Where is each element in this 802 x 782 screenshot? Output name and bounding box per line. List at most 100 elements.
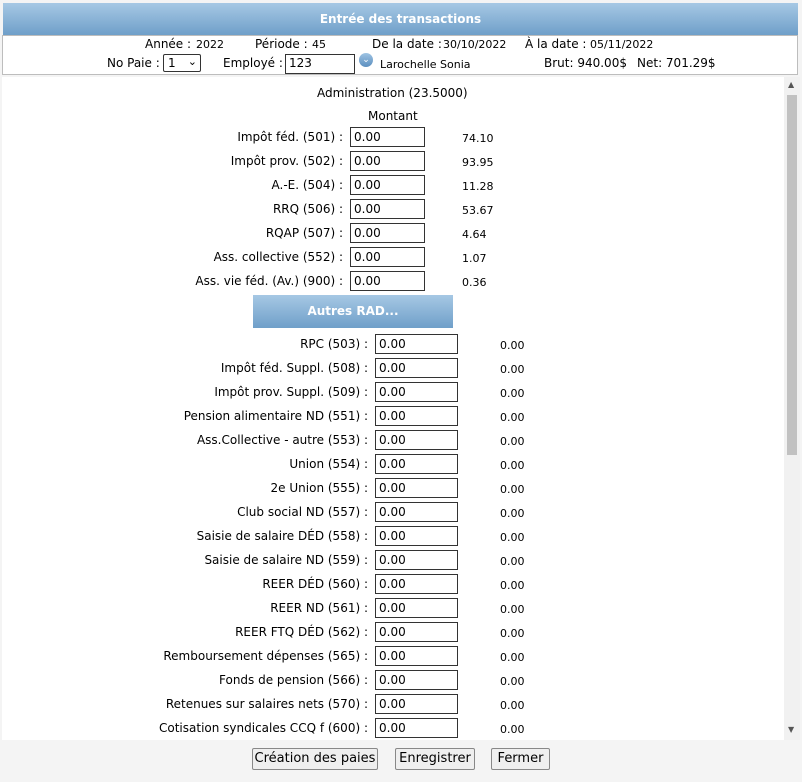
net-value: Net: 701.29$ [637,56,716,70]
de-date-value: 30/10/2022 [443,38,507,51]
deduction-input[interactable]: 0.00 [350,151,425,171]
deduction-input[interactable]: 0.00 [350,271,425,291]
nopaie-select[interactable]: 1 ⌄ [163,54,201,72]
autre-rad-label: Saisie de salaire ND (559) : [204,553,368,567]
autre-rad-input[interactable]: 0.00 [375,622,458,642]
de-date-label: De la date : [372,37,442,51]
autre-rad-input[interactable]: 0.00 [375,382,458,402]
autre-rad-amount: 0.00 [500,339,525,352]
autre-rad-label: RPC (503) : [300,337,368,351]
autre-rad-amount: 0.00 [500,627,525,640]
autre-rad-amount: 0.00 [500,435,525,448]
scroll-up-icon[interactable]: ▲ [788,80,794,89]
autre-rad-label: Union (554) : [289,457,368,471]
enregistrer-button[interactable]: Enregistrer [395,748,475,770]
deduction-label: RQAP (507) : [265,226,343,240]
autre-rad-input[interactable]: 0.00 [375,358,458,378]
autre-rad-label: Saisie de salaire DÉD (558) : [196,529,368,543]
section-title: Administration (23.5000) [317,86,468,100]
deduction-label: RRQ (506) : [272,202,343,216]
autre-rad-input[interactable]: 0.00 [375,430,458,450]
deduction-amount: 11.28 [462,180,494,193]
autre-rad-label: REER FTQ DÉD (562) : [235,625,368,639]
autre-rad-input[interactable]: 0.00 [375,454,458,474]
deduction-label: Ass. vie féd. (Av.) (900) : [195,274,343,288]
autre-rad-input[interactable]: 0.00 [375,574,458,594]
autre-rad-input[interactable]: 0.00 [375,718,458,738]
brut-value: Brut: 940.00$ [544,56,627,70]
nopaie-value: 1 [168,56,176,70]
deduction-input[interactable]: 0.00 [350,199,425,219]
scrollbar-thumb[interactable] [787,95,797,455]
autre-rad-input[interactable]: 0.00 [375,670,458,690]
nopaie-label: No Paie : [107,56,160,70]
deduction-amount: 4.64 [462,228,487,241]
autre-rad-label: Remboursement dépenses (565) : [163,649,368,663]
a-date-value: 05/11/2022 [590,38,654,51]
autre-rad-amount: 0.00 [500,363,525,376]
autre-rad-amount: 0.00 [500,411,525,424]
autre-rad-input[interactable]: 0.00 [375,334,458,354]
autre-rad-amount: 0.00 [500,555,525,568]
autre-rad-label: Cotisation syndicales CCQ f (600) : [159,721,368,735]
autre-rad-label: 2e Union (555) : [270,481,368,495]
deduction-amount: 1.07 [462,252,487,265]
autre-rad-input[interactable]: 0.00 [375,502,458,522]
autre-rad-amount: 0.00 [500,483,525,496]
annee-value: 2022 [196,38,224,51]
deduction-input[interactable]: 0.00 [350,247,425,267]
autre-rad-input[interactable]: 0.00 [375,478,458,498]
periode-value: 45 [312,38,326,51]
autre-rad-amount: 0.00 [500,387,525,400]
autre-rad-label: Retenues sur salaires nets (570) : [165,697,368,711]
autre-rad-amount: 0.00 [500,459,525,472]
employe-label: Employé : [223,56,283,70]
deduction-amount: 0.36 [462,276,487,289]
deduction-label: Impôt prov. (502) : [230,154,343,168]
autre-rad-input[interactable]: 0.00 [375,598,458,618]
montant-header: Montant [368,109,418,123]
autre-rad-input[interactable]: 0.00 [375,406,458,426]
autre-rad-amount: 0.00 [500,699,525,712]
deduction-label: Ass. collective (552) : [213,250,343,264]
autre-rad-label: REER DÉD (560) : [262,577,368,591]
periode-label: Période : [255,37,308,51]
deduction-input[interactable]: 0.00 [350,175,425,195]
deduction-amount: 74.10 [462,132,494,145]
autre-rad-input[interactable]: 0.00 [375,646,458,666]
employee-dropdown-icon[interactable]: ⌄ [359,53,373,67]
autre-rad-label: REER ND (561) : [270,601,368,615]
a-date-label: À la date : [525,37,587,51]
annee-label: Année : [145,37,192,51]
autre-rad-label: Impôt prov. Suppl. (509) : [214,385,368,399]
creation-paies-button[interactable]: Création des paies [252,748,378,770]
autres-rad-button[interactable]: Autres RAD... [253,295,453,328]
autre-rad-input[interactable]: 0.00 [375,694,458,714]
autre-rad-amount: 0.00 [500,675,525,688]
autre-rad-label: Ass.Collective - autre (553) : [196,433,368,447]
autre-rad-input[interactable]: 0.00 [375,550,458,570]
deduction-input[interactable]: 0.00 [350,223,425,243]
deduction-amount: 53.67 [462,204,494,217]
autre-rad-label: Pension alimentaire ND (551) : [183,409,368,423]
main-panel: Administration (23.5000) Montant Impôt f… [2,77,784,740]
deduction-label: Impôt féd. (501) : [237,130,343,144]
scroll-down-icon[interactable]: ▼ [788,725,794,734]
autre-rad-input[interactable]: 0.00 [375,526,458,546]
autre-rad-label: Club social ND (557) : [237,505,368,519]
autre-rad-label: Fonds de pension (566) : [219,673,368,687]
deduction-input[interactable]: 0.00 [350,127,425,147]
autre-rad-label: Impôt féd. Suppl. (508) : [220,361,368,375]
window-title: Entrée des transactions [3,3,798,35]
autre-rad-amount: 0.00 [500,723,525,736]
autre-rad-amount: 0.00 [500,531,525,544]
deduction-amount: 93.95 [462,156,494,169]
fermer-button[interactable]: Fermer [491,748,550,770]
autre-rad-amount: 0.00 [500,603,525,616]
chevron-down-icon: ⌄ [187,55,197,68]
autre-rad-amount: 0.00 [500,651,525,664]
deduction-label: A.-E. (504) : [271,178,343,192]
vertical-scrollbar[interactable]: ▲ ▼ [784,77,800,740]
header-panel: Année : 2022 Période : 45 De la date : 3… [2,35,798,75]
employe-input[interactable]: 123 [285,54,355,74]
